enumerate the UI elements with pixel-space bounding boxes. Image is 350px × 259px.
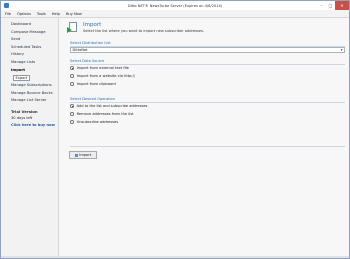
distribution-list-select[interactable]: DittoNet ▾ — [70, 47, 345, 53]
divider — [70, 63, 345, 64]
trial-heading: Trial Version — [11, 108, 38, 114]
radio-icon[interactable] — [70, 66, 74, 70]
radio-label: Import from external text file — [76, 66, 129, 70]
source-option-clipboard[interactable]: Import from clipboard — [70, 81, 116, 87]
menu-buy-now[interactable]: Buy Now — [66, 12, 82, 16]
import-button[interactable]: Import — [69, 151, 97, 159]
source-option-website[interactable]: Import from a website via http:// — [70, 73, 135, 79]
radio-icon[interactable] — [70, 120, 74, 124]
radio-label: Remove addresses from the list — [76, 112, 134, 116]
sidebar-item-manage-bounce-backs[interactable]: Manage Bounce Backs — [11, 90, 58, 98]
data-source-label: Select Data Source — [70, 59, 105, 63]
source-option-text-file[interactable]: Import from external text file — [70, 65, 129, 71]
menu-file[interactable]: File — [5, 12, 11, 16]
sidebar-item-manage-list-server[interactable]: Manage List Server — [11, 97, 58, 105]
operation-label: Select Desired Operation — [70, 97, 115, 101]
sidebar-item-dashboard[interactable]: Dashboard — [11, 21, 58, 29]
divider — [70, 101, 345, 102]
import-icon — [67, 22, 79, 34]
import-button-label: Import — [79, 153, 92, 157]
page-header: Import Select the list where you want to… — [67, 22, 347, 38]
distribution-list-value: DittoNet — [72, 48, 88, 52]
title-bar: Ditto NET® NewsTurbo Server (Expires on … — [1, 1, 349, 10]
operation-option-remove[interactable]: Remove addresses from the list — [70, 111, 134, 117]
radio-label: Import from clipboard — [76, 82, 116, 86]
radio-icon[interactable] — [70, 112, 74, 116]
sidebar-item-history[interactable]: History — [11, 51, 58, 59]
radio-icon[interactable] — [70, 104, 74, 108]
radio-label: Import from a website via http:// — [76, 74, 136, 78]
sidebar: Dashboard Compose Message Send Scheduled… — [1, 18, 59, 258]
sidebar-item-export[interactable]: Export — [13, 75, 30, 82]
trial-days-left: 30 days left — [11, 115, 33, 120]
radio-icon[interactable] — [70, 82, 74, 86]
sidebar-item-send[interactable]: Send — [11, 36, 58, 44]
sidebar-item-compose-message[interactable]: Compose Message — [11, 29, 58, 37]
radio-label: Add to the list and subscribe addresses — [76, 104, 148, 108]
menu-tools[interactable]: Tools — [37, 12, 46, 16]
operation-option-add[interactable]: Add to the list and subscribe addresses — [70, 103, 147, 109]
window-controls: – □ ✕ — [317, 1, 349, 10]
sidebar-item-scheduled-tasks[interactable]: Scheduled Tasks — [11, 44, 58, 52]
menu-options[interactable]: Options — [17, 12, 31, 16]
maximize-icon[interactable]: □ — [326, 1, 335, 10]
status-bar — [1, 256, 349, 258]
sidebar-item-manage-lists[interactable]: Manage Lists — [11, 59, 58, 67]
chevron-down-icon[interactable]: ▾ — [341, 48, 343, 53]
menu-help[interactable]: Help — [52, 12, 60, 16]
radio-label: Unsubscribe addresses — [76, 120, 119, 124]
buy-now-link[interactable]: Click here to buy now — [11, 122, 58, 129]
menu-bar: File Options Tools Help Buy Now — [1, 10, 349, 18]
minimize-icon[interactable]: – — [317, 1, 326, 10]
distribution-list-label: Select Distribution List — [70, 41, 111, 45]
page-title: Import — [83, 22, 102, 28]
page-description: Select the list where you want to import… — [83, 29, 205, 33]
app-window: Ditto NET® NewsTurbo Server (Expires on … — [0, 0, 350, 259]
close-icon[interactable]: ✕ — [335, 1, 349, 10]
import-button-icon — [74, 153, 78, 157]
sidebar-item-manage-subscriptions[interactable]: Manage Subscriptions — [11, 82, 58, 90]
radio-icon[interactable] — [70, 74, 74, 78]
divider — [70, 45, 345, 46]
divider — [70, 146, 345, 147]
window-title: Ditto NET® NewsTurbo Server (Expires on … — [127, 3, 223, 8]
operation-option-unsubscribe[interactable]: Unsubscribe addresses — [70, 119, 118, 125]
main-panel: Import Select the list where you want to… — [62, 18, 349, 258]
sidebar-item-import[interactable]: Import — [11, 67, 58, 75]
